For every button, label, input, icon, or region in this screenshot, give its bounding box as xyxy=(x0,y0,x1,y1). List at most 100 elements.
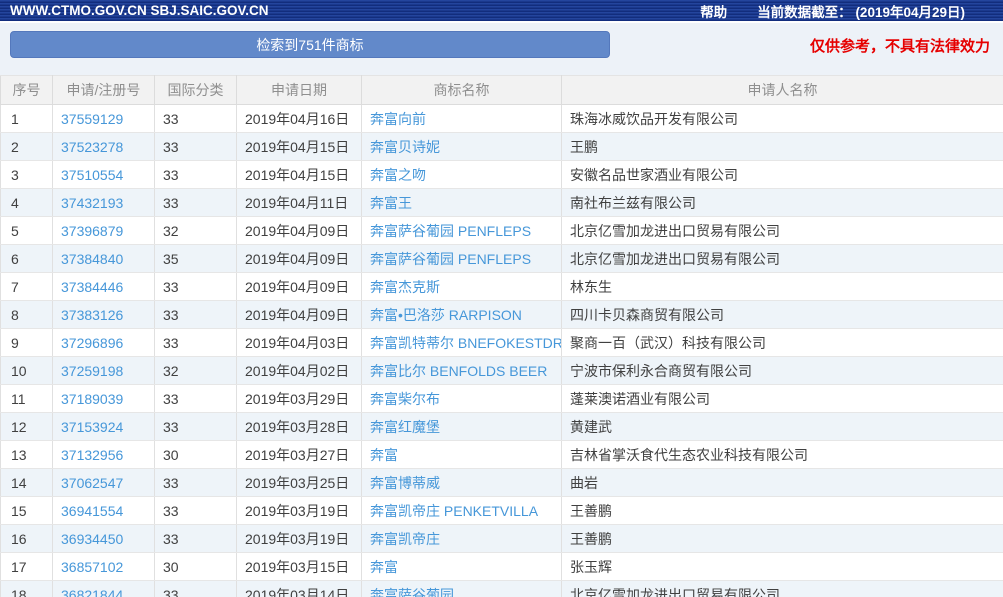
cell-apply-date: 2019年04月11日 xyxy=(237,189,362,217)
trademark-name-link[interactable]: 奔富 xyxy=(370,559,398,575)
cell-trademark-name: 奔富凯帝庄 xyxy=(362,525,562,553)
cell-intl-class: 35 xyxy=(155,245,237,273)
reg-number-link[interactable]: 37259198 xyxy=(61,363,123,379)
result-count-banner: 检索到751件商标 xyxy=(10,31,610,58)
cell-applicant-name: 张玉辉 xyxy=(562,553,1003,581)
cell-reg-number: 37523278 xyxy=(53,133,155,161)
trademark-name-link[interactable]: 奔富萨谷葡园 PENFLEPS xyxy=(370,223,531,239)
cell-serial: 3 xyxy=(1,161,53,189)
trademark-name-link[interactable]: 奔富凯特蒂尔 BNEFOKESTDR xyxy=(370,335,562,351)
table-row: 13 37132956 30 2019年03月27日 奔富 吉林省掌沃食代生态农… xyxy=(1,441,1003,469)
trademark-name-link[interactable]: 奔富杰克斯 xyxy=(370,279,440,295)
table-row: 5 37396879 32 2019年04月09日 奔富萨谷葡园 PENFLEP… xyxy=(1,217,1003,245)
cell-trademark-name: 奔富萨谷葡园 xyxy=(362,581,562,597)
reg-number-link[interactable]: 37296896 xyxy=(61,335,123,351)
cell-reg-number: 36821844 xyxy=(53,581,155,597)
trademark-name-link[interactable]: 奔富 xyxy=(370,447,398,463)
reg-number-link[interactable]: 36941554 xyxy=(61,503,123,519)
cell-trademark-name: 奔富博蒂威 xyxy=(362,469,562,497)
trademark-name-link[interactable]: 奔富•巴洛莎 RARPISON xyxy=(370,307,522,323)
table-row: 3 37510554 33 2019年04月15日 奔富之吻 安徽名品世家酒业有… xyxy=(1,161,1003,189)
reg-number-link[interactable]: 37062547 xyxy=(61,475,123,491)
cell-intl-class: 33 xyxy=(155,301,237,329)
result-header-area: 检索到751件商标 仅供参考，不具有法律效力 xyxy=(0,23,1003,75)
cell-trademark-name: 奔富贝诗妮 xyxy=(362,133,562,161)
cell-applicant-name: 北京亿雪加龙进出口贸易有限公司 xyxy=(562,245,1003,273)
table-row: 2 37523278 33 2019年04月15日 奔富贝诗妮 王鹏 xyxy=(1,133,1003,161)
cell-serial: 6 xyxy=(1,245,53,273)
trademark-name-link[interactable]: 奔富之吻 xyxy=(370,167,426,183)
cell-reg-number: 37062547 xyxy=(53,469,155,497)
cell-serial: 9 xyxy=(1,329,53,357)
trademark-name-link[interactable]: 奔富向前 xyxy=(370,111,426,127)
cell-serial: 10 xyxy=(1,357,53,385)
cell-reg-number: 36941554 xyxy=(53,497,155,525)
cell-reg-number: 37510554 xyxy=(53,161,155,189)
cell-reg-number: 37384446 xyxy=(53,273,155,301)
trademark-name-link[interactable]: 奔富凯帝庄 xyxy=(370,531,440,547)
cell-applicant-name: 林东生 xyxy=(562,273,1003,301)
cell-reg-number: 37432193 xyxy=(53,189,155,217)
cell-reg-number: 37559129 xyxy=(53,105,155,133)
table-row: 9 37296896 33 2019年04月03日 奔富凯特蒂尔 BNEFOKE… xyxy=(1,329,1003,357)
help-link[interactable]: 帮助 xyxy=(700,1,727,21)
cell-trademark-name: 奔富红魔堡 xyxy=(362,413,562,441)
reg-number-link[interactable]: 36934450 xyxy=(61,531,123,547)
reg-number-link[interactable]: 36821844 xyxy=(61,587,123,597)
cell-reg-number: 37153924 xyxy=(53,413,155,441)
cell-apply-date: 2019年03月25日 xyxy=(237,469,362,497)
reg-number-link[interactable]: 36857102 xyxy=(61,559,123,575)
reg-number-link[interactable]: 37523278 xyxy=(61,139,123,155)
table-row: 16 36934450 33 2019年03月19日 奔富凯帝庄 王善鹏 xyxy=(1,525,1003,553)
cell-serial: 16 xyxy=(1,525,53,553)
trademark-name-link[interactable]: 奔富贝诗妮 xyxy=(370,139,440,155)
legal-disclaimer: 仅供参考，不具有法律效力 xyxy=(810,35,990,56)
cell-applicant-name: 蓬莱澳诺酒业有限公司 xyxy=(562,385,1003,413)
reg-number-link[interactable]: 37132956 xyxy=(61,447,123,463)
header-apply-date: 申请日期 xyxy=(237,76,362,105)
cell-intl-class: 30 xyxy=(155,441,237,469)
cell-serial: 2 xyxy=(1,133,53,161)
cell-serial: 12 xyxy=(1,413,53,441)
cell-applicant-name: 安徽名品世家酒业有限公司 xyxy=(562,161,1003,189)
trademark-name-link[interactable]: 奔富萨谷葡园 PENFLEPS xyxy=(370,251,531,267)
reg-number-link[interactable]: 37384840 xyxy=(61,251,123,267)
cell-apply-date: 2019年03月29日 xyxy=(237,385,362,413)
cell-apply-date: 2019年04月09日 xyxy=(237,301,362,329)
trademark-name-link[interactable]: 奔富王 xyxy=(370,195,412,211)
top-navigation-bar: WWW.CTMO.GOV.CN SBJ.SAIC.GOV.CN 帮助 当前数据截… xyxy=(0,0,1003,23)
reg-number-link[interactable]: 37559129 xyxy=(61,111,123,127)
cell-reg-number: 37189039 xyxy=(53,385,155,413)
trademark-name-link[interactable]: 奔富红魔堡 xyxy=(370,419,440,435)
reg-number-link[interactable]: 37189039 xyxy=(61,391,123,407)
reg-number-link[interactable]: 37384446 xyxy=(61,279,123,295)
cell-serial: 15 xyxy=(1,497,53,525)
trademark-name-link[interactable]: 奔富比尔 BENFOLDS BEER xyxy=(370,363,547,379)
reg-number-link[interactable]: 37432193 xyxy=(61,195,123,211)
cell-applicant-name: 珠海冰威饮品开发有限公司 xyxy=(562,105,1003,133)
table-row: 11 37189039 33 2019年03月29日 奔富柴尔布 蓬莱澳诺酒业有… xyxy=(1,385,1003,413)
cell-serial: 11 xyxy=(1,385,53,413)
reg-number-link[interactable]: 37396879 xyxy=(61,223,123,239)
cell-intl-class: 33 xyxy=(155,581,237,597)
cell-trademark-name: 奔富 xyxy=(362,553,562,581)
cell-trademark-name: 奔富凯帝庄 PENKETVILLA xyxy=(362,497,562,525)
cell-intl-class: 32 xyxy=(155,357,237,385)
trademark-name-link[interactable]: 奔富博蒂威 xyxy=(370,475,440,491)
reg-number-link[interactable]: 37383126 xyxy=(61,307,123,323)
cell-apply-date: 2019年04月16日 xyxy=(237,105,362,133)
trademark-name-link[interactable]: 奔富柴尔布 xyxy=(370,391,440,407)
table-row: 14 37062547 33 2019年03月25日 奔富博蒂威 曲岩 xyxy=(1,469,1003,497)
table-row: 6 37384840 35 2019年04月09日 奔富萨谷葡园 PENFLEP… xyxy=(1,245,1003,273)
cell-trademark-name: 奔富柴尔布 xyxy=(362,385,562,413)
cell-apply-date: 2019年03月28日 xyxy=(237,413,362,441)
cell-intl-class: 30 xyxy=(155,553,237,581)
reg-number-link[interactable]: 37153924 xyxy=(61,419,123,435)
table-row: 15 36941554 33 2019年03月19日 奔富凯帝庄 PENKETV… xyxy=(1,497,1003,525)
table-row: 17 36857102 30 2019年03月15日 奔富 张玉辉 xyxy=(1,553,1003,581)
trademark-name-link[interactable]: 奔富凯帝庄 PENKETVILLA xyxy=(370,503,538,519)
trademark-name-link[interactable]: 奔富萨谷葡园 xyxy=(370,587,454,597)
reg-number-link[interactable]: 37510554 xyxy=(61,167,123,183)
cell-trademark-name: 奔富之吻 xyxy=(362,161,562,189)
header-serial: 序号 xyxy=(1,76,53,105)
